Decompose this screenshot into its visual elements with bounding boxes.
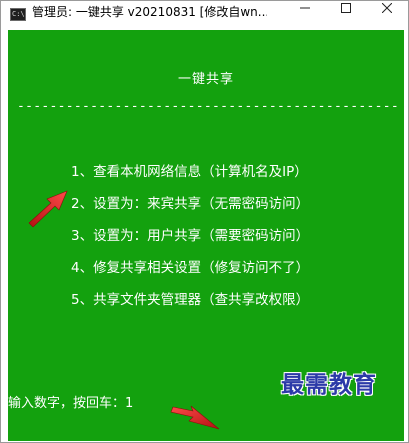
menu-item-user-share: 3、设置为：用户共享（需要密码访问）: [71, 228, 310, 244]
close-button[interactable]: [367, 1, 407, 30]
minimize-button[interactable]: [285, 1, 325, 30]
console-app-icon: C:\: [10, 8, 26, 21]
title-bar[interactable]: C:\ 管理员: 一键共享 v20210831 [修改自wn...: [1, 1, 408, 30]
close-icon: [382, 3, 392, 13]
window-title: 管理员: 一键共享 v20210831 [修改自wn...: [32, 5, 267, 19]
maximize-icon: [341, 3, 351, 13]
menu-item-network-info: 1、查看本机网络信息（计算机名及IP）: [71, 164, 308, 180]
input-prompt[interactable]: 输入数字，按回车：1: [8, 392, 133, 411]
menu-item-repair-settings: 4、修复共享相关设置（修复访问不了）: [71, 260, 310, 276]
menu-item-guest-share: 2、设置为：来宾共享（无需密码访问）: [71, 196, 310, 212]
minimize-icon: [300, 7, 310, 9]
console-window: C:\ 管理员: 一键共享 v20210831 [修改自wn... 一键共享 -…: [0, 0, 409, 443]
console-divider: ----------------------------------------…: [17, 99, 397, 114]
watermark-logo: 最需教育: [281, 371, 377, 398]
console-heading: 一键共享: [177, 72, 234, 87]
menu-item-folder-manager: 5、共享文件夹管理器（查共享改权限）: [71, 292, 310, 308]
maximize-button[interactable]: [326, 1, 366, 30]
menu-list: 1、查看本机网络信息（计算机名及IP） 2、设置为：来宾共享（无需密码访问） 3…: [71, 162, 401, 322]
